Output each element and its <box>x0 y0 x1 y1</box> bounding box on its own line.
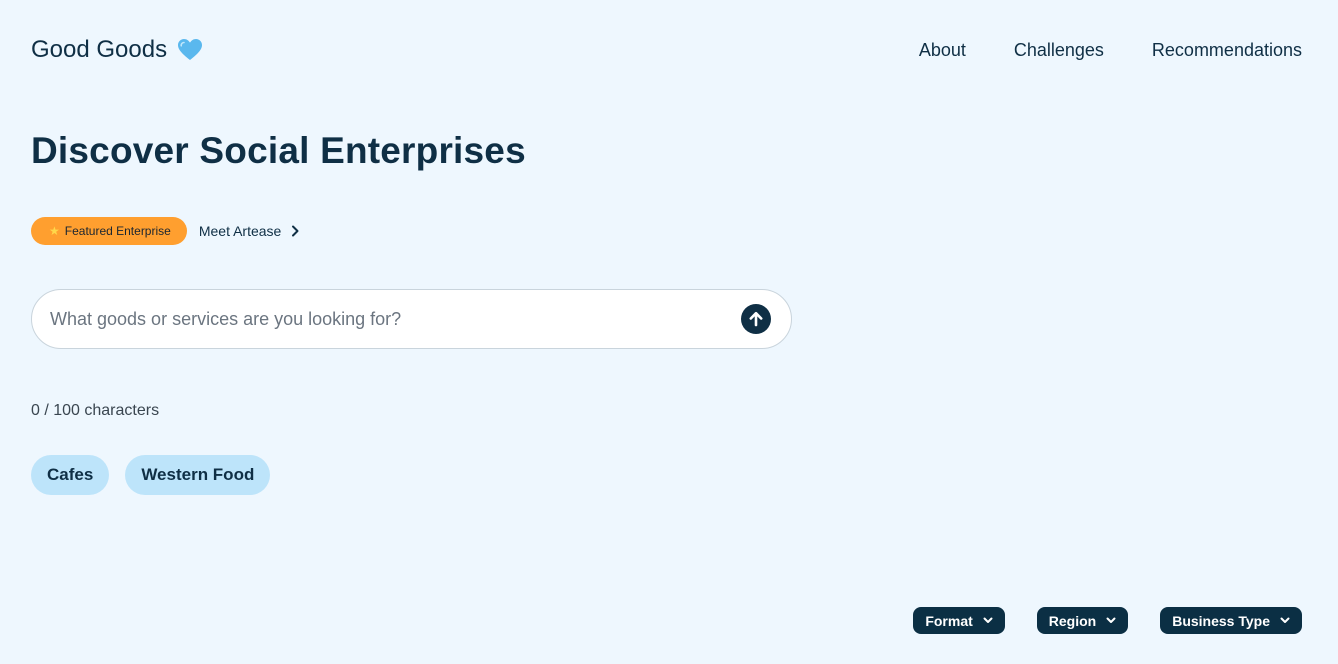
filter-region-dropdown[interactable]: Region <box>1036 607 1129 634</box>
filter-format-label: Format <box>925 612 973 629</box>
search-submit-button[interactable] <box>741 304 771 334</box>
brand-logo[interactable]: Good Goods <box>31 36 203 64</box>
chevron-down-icon <box>1280 617 1290 623</box>
nav-about[interactable]: About <box>919 40 966 61</box>
featured-link-label: Meet Artease <box>198 223 282 239</box>
blue-heart-icon <box>178 39 203 60</box>
page: Good Goods About Challenges Recommendati… <box>0 0 1338 664</box>
chevron-down-icon <box>1106 617 1116 623</box>
brand-name: Good Goods <box>31 36 168 63</box>
chip-cafes[interactable]: Cafes <box>31 455 110 495</box>
search-input[interactable] <box>48 307 741 331</box>
page-title: Discover Social Enterprises <box>31 130 526 171</box>
top-nav: About Challenges Recommendations <box>919 40 1302 61</box>
character-counter: 0 / 100 characters <box>31 402 160 419</box>
nav-challenges[interactable]: Challenges <box>1014 40 1104 61</box>
search-box <box>31 289 792 349</box>
featured-badge-label: Featured Enterprise <box>64 224 171 238</box>
featured-row: ★ Featured Enterprise Meet Artease <box>31 217 299 245</box>
star-icon: ★ <box>49 224 60 238</box>
meet-artease-link[interactable]: Meet Artease <box>199 223 300 239</box>
suggestion-chips: Cafes Western Food <box>31 455 271 495</box>
nav-recommendations[interactable]: Recommendations <box>1152 40 1302 61</box>
chevron-down-icon <box>983 617 993 623</box>
featured-enterprise-badge[interactable]: ★ Featured Enterprise <box>31 217 187 245</box>
chip-western-food[interactable]: Western Food <box>125 455 271 495</box>
chevron-right-icon <box>292 225 299 237</box>
arrow-up-icon <box>749 311 763 327</box>
filter-format-dropdown[interactable]: Format <box>913 607 1005 634</box>
filter-business-type-label: Business Type <box>1172 612 1270 629</box>
filter-region-label: Region <box>1048 612 1097 629</box>
filter-bar: Format Region Business Type <box>913 607 1302 634</box>
filter-business-type-dropdown[interactable]: Business Type <box>1160 607 1302 634</box>
